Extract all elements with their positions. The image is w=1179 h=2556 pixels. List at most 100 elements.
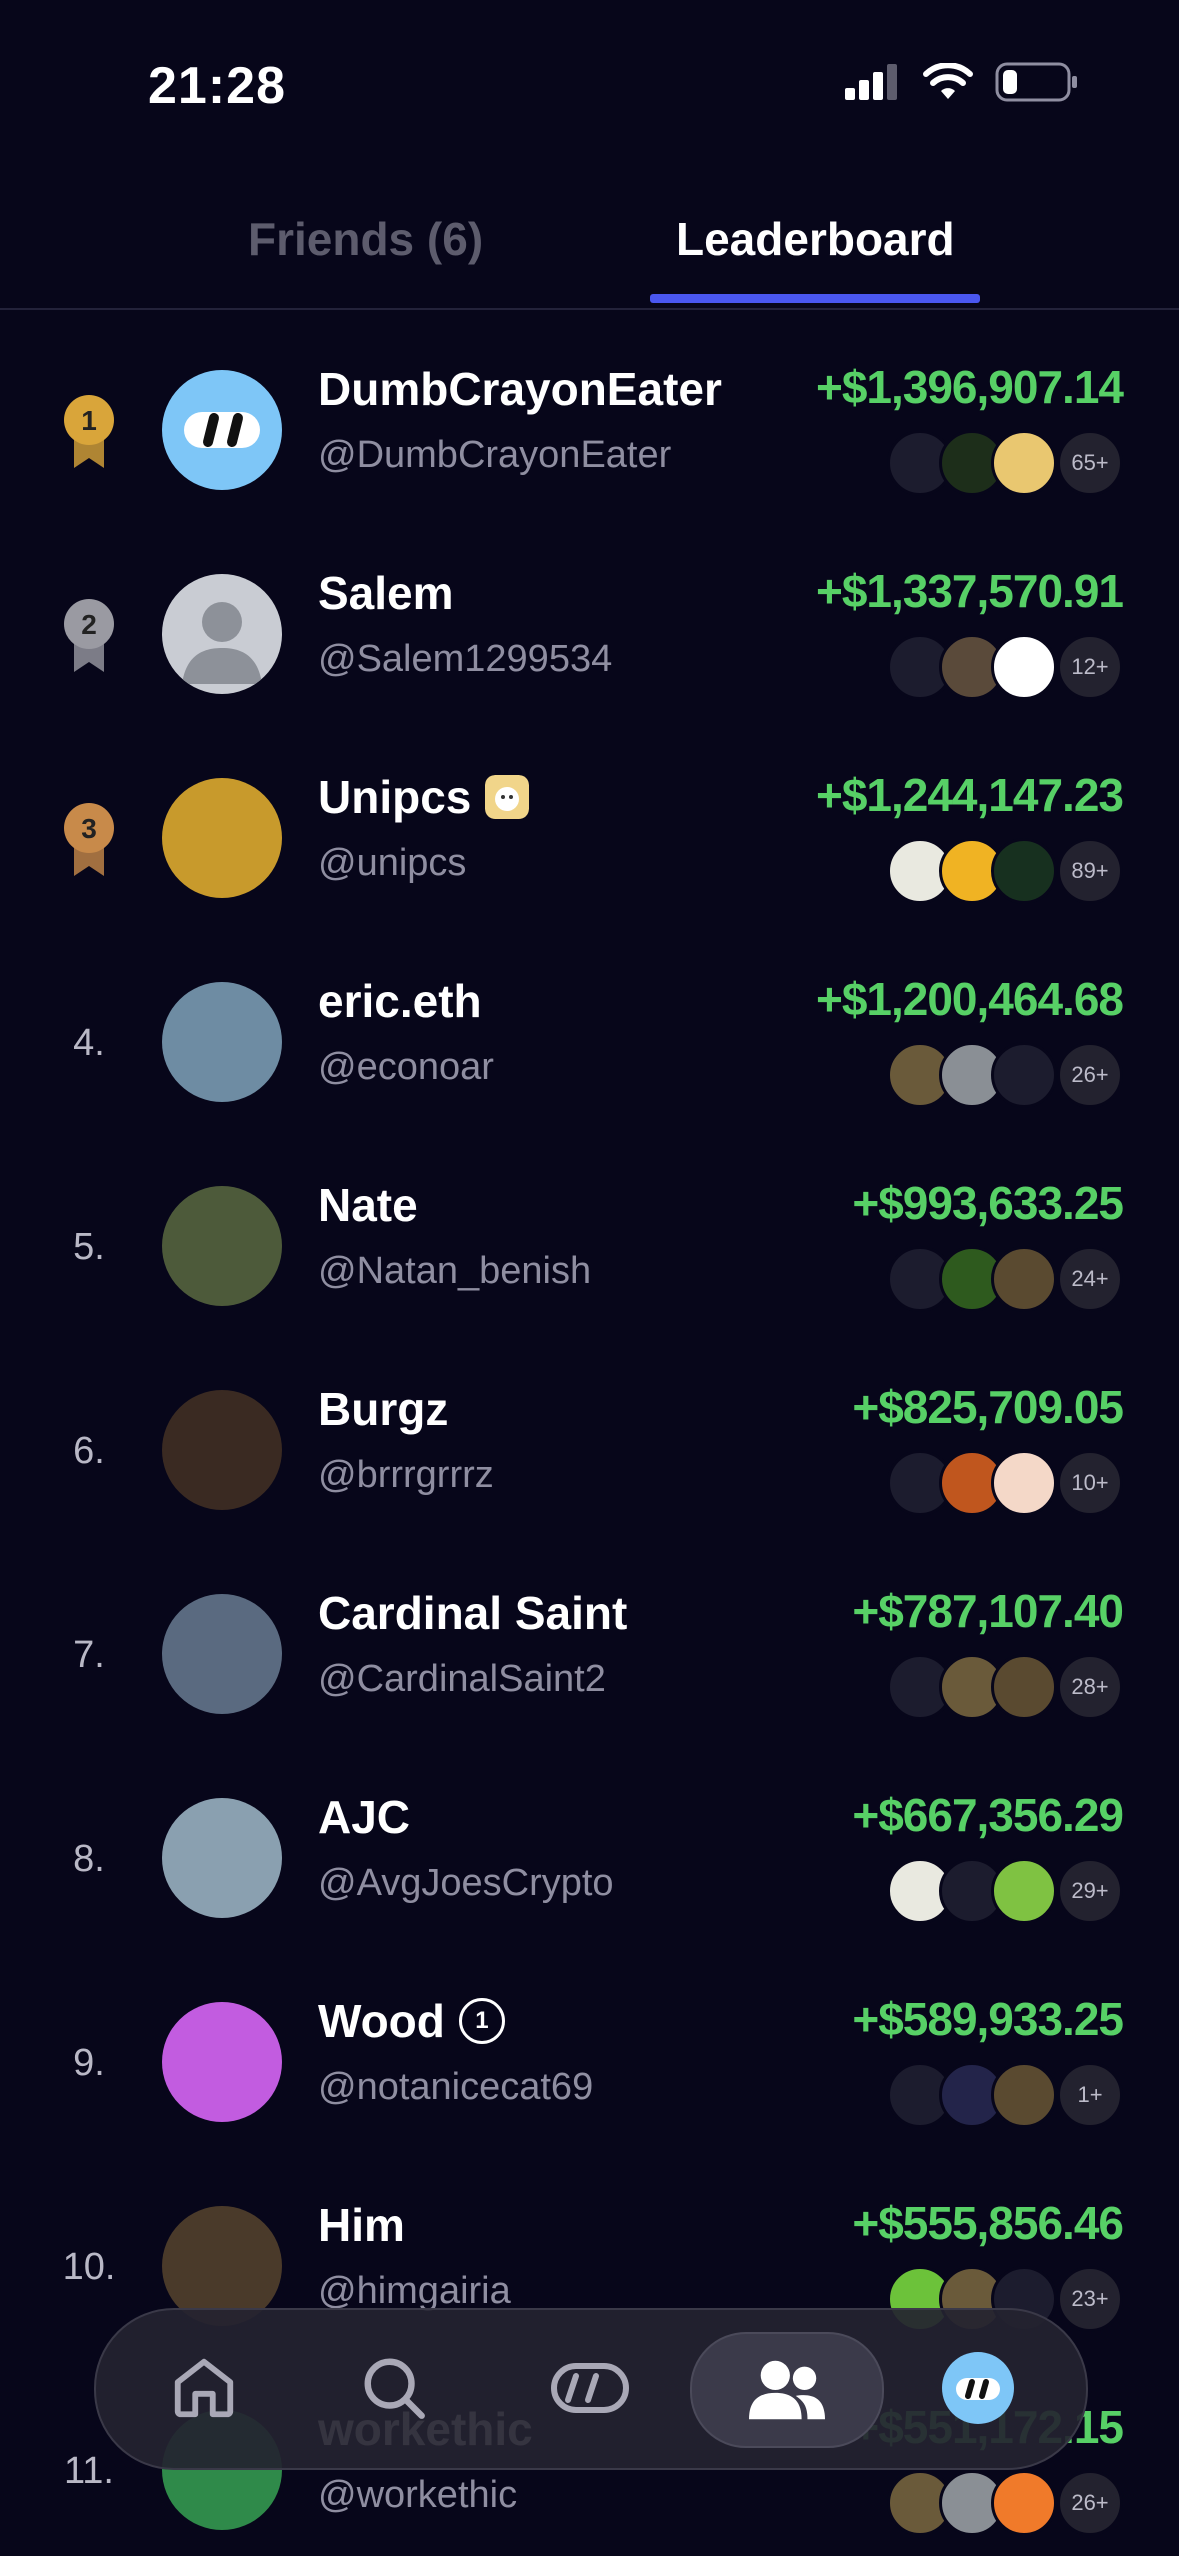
- more-tokens-count: 26+: [1057, 1042, 1123, 1108]
- token-stack[interactable]: 29+: [887, 1858, 1123, 1924]
- leaderboard-row[interactable]: 8. AJC @AvgJoesCrypto +$667,356.29 29+: [0, 1734, 1179, 1938]
- avatar[interactable]: [162, 778, 282, 898]
- count-badge: 1: [458, 1998, 505, 2044]
- avatar[interactable]: [162, 2002, 282, 2122]
- more-tokens-count: 65+: [1057, 430, 1123, 496]
- user-name-line: Cardinal Saint: [318, 1586, 627, 1640]
- token-stack[interactable]: 12+: [887, 634, 1123, 700]
- more-tokens-count: 26+: [1057, 2470, 1123, 2536]
- more-tokens-count: 28+: [1057, 1654, 1123, 1720]
- user-name: Wood: [318, 1995, 445, 2047]
- token-avatar: [991, 838, 1057, 904]
- tab-leaderboard[interactable]: Leaderboard: [676, 212, 955, 266]
- pnl-amount: +$1,200,464.68: [815, 973, 1124, 1025]
- user-handle: @DumbCrayonEater: [318, 434, 672, 476]
- user-name-line: AJC: [318, 1790, 410, 1844]
- avatar[interactable]: [162, 574, 282, 694]
- more-tokens-count: 12+: [1057, 634, 1123, 700]
- token-avatar: [991, 1654, 1057, 1720]
- unicorn-badge-icon: [485, 775, 530, 819]
- nav-home[interactable]: [148, 2332, 260, 2444]
- token-avatar: [991, 1246, 1057, 1312]
- battery-icon: [995, 62, 1077, 102]
- avatar[interactable]: [162, 1798, 282, 1918]
- status-time: 21:28: [148, 57, 286, 115]
- status-icons: [845, 62, 1079, 102]
- pnl-amount: +$993,633.25: [852, 1177, 1124, 1229]
- tab-friends[interactable]: Friends (6): [248, 212, 483, 266]
- token-stack[interactable]: 65+: [887, 430, 1123, 496]
- user-name: Him: [318, 2199, 405, 2251]
- active-tab-indicator: [650, 294, 980, 303]
- rank-number: 9.: [73, 2042, 105, 2084]
- more-tokens-count: 23+: [1057, 2266, 1123, 2332]
- token-avatar: [991, 2062, 1057, 2128]
- token-stack[interactable]: 24+: [887, 1246, 1123, 1312]
- more-tokens-count: 89+: [1057, 838, 1123, 904]
- token-avatar: [991, 430, 1057, 496]
- people-icon: [749, 2360, 825, 2420]
- user-name-line: Him: [318, 2198, 405, 2252]
- leaderboard-row[interactable]: 7. Cardinal Saint @CardinalSaint2 +$787,…: [0, 1530, 1179, 1734]
- pnl-amount: +$1,244,147.23: [815, 769, 1124, 821]
- rank-number: 8.: [73, 1838, 105, 1880]
- avatar[interactable]: [162, 1186, 282, 1306]
- user-name-line: eric.eth: [318, 974, 482, 1028]
- rank-medal-icon: 2: [64, 599, 114, 672]
- rank-number: 4.: [73, 1022, 105, 1064]
- nav-search[interactable]: [338, 2332, 450, 2444]
- token-stack[interactable]: 26+: [887, 2470, 1123, 2536]
- pnl-amount: +$825,709.05: [852, 1381, 1124, 1433]
- avatar[interactable]: [162, 370, 282, 490]
- token-stack[interactable]: 28+: [887, 1654, 1123, 1720]
- token-avatar: [991, 1042, 1057, 1108]
- rank-number: 11.: [63, 2450, 114, 2492]
- leaderboard-row[interactable]: 6. Burgz @brrrgrrrz +$825,709.05 10+: [0, 1326, 1179, 1530]
- user-handle: @AvgJoesCrypto: [318, 1862, 614, 1904]
- user-name-line: Wood 1: [318, 1994, 505, 2048]
- leaderboard-row[interactable]: 1 DumbCrayonEater @DumbCrayonEater +$1,3…: [0, 306, 1179, 510]
- home-icon: [174, 2358, 234, 2418]
- cellular-signal-icon: [845, 64, 897, 100]
- pnl-amount: +$787,107.40: [852, 1585, 1124, 1637]
- leaderboard-row[interactable]: 9. Wood 1 @notanicecat69 +$589,933.25 1+: [0, 1938, 1179, 2142]
- user-handle: @CardinalSaint2: [318, 1658, 606, 1700]
- user-handle: @econoar: [318, 1046, 494, 1088]
- user-name: eric.eth: [318, 975, 482, 1027]
- rank-medal-number: 1: [81, 405, 97, 436]
- rank-medal-number: 2: [81, 609, 97, 640]
- status-bar: 21:28: [0, 0, 1179, 170]
- token-stack[interactable]: 26+: [887, 1042, 1123, 1108]
- wifi-icon: [923, 63, 973, 99]
- token-stack[interactable]: 89+: [887, 838, 1123, 904]
- nav-friends[interactable]: [690, 2332, 884, 2448]
- bottom-nav: [94, 2308, 1088, 2470]
- pnl-amount: +$589,933.25: [852, 1993, 1124, 2045]
- avatar[interactable]: [162, 982, 282, 1102]
- avatar[interactable]: [162, 1594, 282, 1714]
- avatar[interactable]: [162, 1390, 282, 1510]
- tab-bar: Friends (6) Leaderboard: [0, 180, 1179, 310]
- user-handle: @notanicecat69: [318, 2066, 594, 2108]
- rank-medal-icon: 3: [64, 803, 114, 876]
- rank-number: 5.: [73, 1226, 105, 1268]
- token-stack[interactable]: 1+: [887, 2062, 1123, 2128]
- leaderboard-row[interactable]: 3 Unipcs @unipcs +$1,244,147.23 89+: [0, 714, 1179, 918]
- nav-tokens[interactable]: [534, 2332, 646, 2444]
- user-handle: @himgairia: [318, 2270, 511, 2312]
- nav-profile[interactable]: [922, 2332, 1034, 2444]
- more-tokens-count: 1+: [1057, 2062, 1123, 2128]
- leaderboard-row[interactable]: 5. Nate @Natan_benish +$993,633.25 24+: [0, 1122, 1179, 1326]
- leaderboard-row[interactable]: 2 Salem @Salem1299534 +$1,337,570.91 12+: [0, 510, 1179, 714]
- token-avatar: [991, 634, 1057, 700]
- profile-avatar: [942, 2352, 1014, 2424]
- user-name: Salem: [318, 567, 454, 619]
- token-avatar: [991, 1450, 1057, 1516]
- tokens-icon: [551, 2363, 629, 2413]
- token-stack[interactable]: 10+: [887, 1450, 1123, 1516]
- more-tokens-count: 29+: [1057, 1858, 1123, 1924]
- rank-number: 6.: [73, 1430, 105, 1472]
- leaderboard-row[interactable]: 4. eric.eth @econoar +$1,200,464.68 26+: [0, 918, 1179, 1122]
- leaderboard-list: 1 DumbCrayonEater @DumbCrayonEater +$1,3…: [0, 306, 1179, 2550]
- user-name: Nate: [318, 1179, 418, 1231]
